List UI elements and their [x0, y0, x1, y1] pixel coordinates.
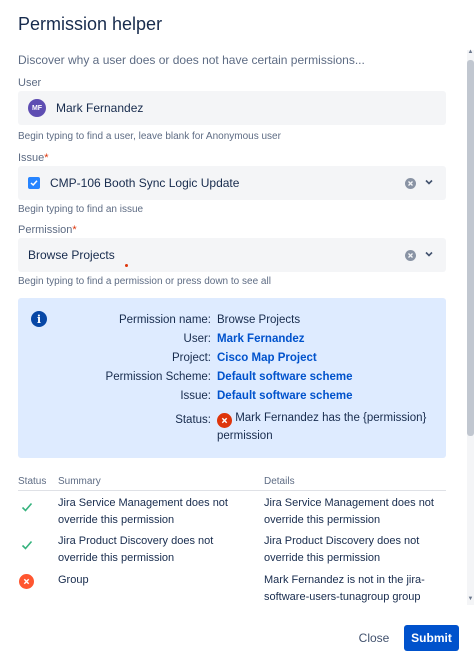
info-label: Permission Scheme:	[105, 371, 211, 383]
dialog-description: Discover why a user does or does not hav…	[18, 53, 365, 67]
table-header-divider	[18, 490, 446, 491]
permission-value: Browse Projects	[28, 248, 115, 262]
status-text-line1: Mark Fernandez has the {permission}	[235, 412, 427, 424]
issue-help-text: Begin typing to find an issue	[18, 204, 144, 215]
summary-line: override this permission	[58, 552, 175, 564]
summary-line: Jira Service Management does not	[58, 497, 228, 509]
summary-cell: Jira Product Discovery does not override…	[58, 533, 248, 567]
status-value: Mark Fernandez has the {permission} perm…	[217, 410, 426, 445]
chevron-down-icon[interactable]	[424, 249, 434, 259]
user-value: Mark Fernandez	[56, 101, 144, 115]
info-label: Status:	[175, 414, 211, 426]
details-line: software-users-tunagroup group	[264, 591, 421, 603]
check-icon	[21, 502, 33, 512]
user-picker[interactable]: MF Mark Fernandez	[18, 91, 446, 125]
scrollbar-thumb[interactable]	[467, 60, 474, 436]
column-header-details: Details	[264, 476, 295, 487]
summary-line: Group	[58, 574, 89, 586]
check-icon	[21, 540, 33, 550]
column-header-summary: Summary	[58, 476, 101, 487]
clear-issue-icon[interactable]	[405, 178, 416, 189]
user-link[interactable]: Mark Fernandez	[217, 333, 305, 345]
user-label: User	[18, 77, 41, 89]
permission-help-text: Begin typing to find a permission or pre…	[18, 276, 271, 287]
summary-cell: Group	[58, 572, 248, 589]
details-cell: Jira Service Management does not overrid…	[264, 495, 454, 529]
info-label: Permission name:	[118, 314, 211, 326]
cursor-marker	[125, 264, 128, 267]
user-help-text: Begin typing to find a user, leave blank…	[18, 131, 281, 142]
info-label: User:	[183, 333, 211, 345]
user-label-text: User	[18, 77, 42, 89]
close-button[interactable]: Close	[352, 625, 396, 651]
required-asterisk: *	[44, 152, 49, 164]
permission-result-panel: i Permission name: Browse Projects User:…	[18, 298, 446, 458]
required-asterisk: *	[72, 224, 77, 236]
details-cell: Jira Product Discovery does not override…	[264, 533, 454, 567]
dialog-title: Permission helper	[18, 14, 163, 34]
info-label: Project:	[172, 352, 211, 364]
summary-line: Jira Product Discovery does not	[58, 535, 214, 547]
submit-button[interactable]: Submit	[404, 625, 459, 651]
status-text-line2: permission	[217, 430, 273, 442]
details-cell: Mark Fernandez is not in the jira- softw…	[264, 572, 454, 606]
issue-scheme-link[interactable]: Default software scheme	[217, 390, 353, 402]
issue-label-text: Issue	[18, 152, 45, 164]
issue-picker[interactable]: CMP-106 Booth Sync Logic Update	[18, 166, 446, 200]
dialog-footer: Close Submit	[0, 605, 474, 671]
avatar: MF	[28, 99, 46, 117]
permission-label: Permission*	[18, 224, 77, 236]
summary-cell: Jira Service Management does not overrid…	[58, 495, 248, 529]
details-line: override this permission	[264, 514, 381, 526]
info-icon: i	[31, 311, 47, 327]
permission-helper-dialog: Permission helper Discover why a user do…	[0, 0, 474, 671]
summary-line: override this permission	[58, 514, 175, 526]
error-icon	[19, 574, 34, 589]
issue-type-task-icon	[28, 177, 40, 189]
column-header-status: Status	[18, 476, 47, 487]
details-line: Mark Fernandez is not in the jira-	[264, 574, 425, 586]
error-icon	[217, 413, 232, 428]
permission-picker[interactable]: Browse Projects	[18, 238, 446, 272]
permission-label-text: Permission	[18, 224, 73, 236]
details-line: Jira Product Discovery does not	[264, 535, 420, 547]
clear-permission-icon[interactable]	[405, 250, 416, 261]
issue-label: Issue*	[18, 152, 49, 164]
chevron-down-icon[interactable]	[424, 177, 434, 187]
scroll-up-arrow-icon[interactable]: ▲	[467, 49, 474, 55]
info-label: Issue:	[180, 390, 211, 402]
issue-value: CMP-106 Booth Sync Logic Update	[50, 176, 240, 190]
permission-scheme-link[interactable]: Default software scheme	[217, 371, 353, 383]
details-line: override this permission	[264, 552, 381, 564]
project-link[interactable]: Cisco Map Project	[217, 352, 317, 364]
details-line: Jira Service Management does not	[264, 497, 434, 509]
scroll-down-arrow-icon[interactable]: ▼	[467, 596, 474, 602]
info-value: Browse Projects	[217, 314, 301, 326]
